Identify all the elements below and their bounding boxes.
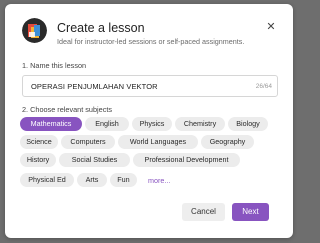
subject-chip-world-languages[interactable]: World Languages (118, 135, 198, 149)
more-subjects-link[interactable]: more... (148, 176, 170, 185)
subject-chip-biology[interactable]: Biology (228, 117, 268, 131)
name-lesson-label: 1. Name this lesson (22, 61, 87, 70)
subject-chip-professional-development[interactable]: Professional Development (133, 153, 240, 167)
subject-chip-chemistry[interactable]: Chemistry (175, 117, 225, 131)
subject-chip-history[interactable]: History (20, 153, 56, 167)
dialog-title: Create a lesson (57, 21, 145, 35)
subject-chip-science[interactable]: Science (20, 135, 58, 149)
lesson-logo-icon (22, 18, 47, 43)
subject-chip-english[interactable]: English (85, 117, 129, 131)
lesson-name-value: OPERASI PENJUMLAHAN VEKTOR (31, 82, 158, 91)
dialog-subtitle: Ideal for instructor-led sessions or sel… (57, 37, 245, 46)
create-lesson-dialog: Create a lesson Ideal for instructor-led… (5, 4, 293, 238)
close-icon[interactable]: ✕ (265, 21, 277, 33)
subject-chip-arts[interactable]: Arts (77, 173, 107, 187)
character-counter: 26/64 (255, 83, 272, 90)
subject-chip-geography[interactable]: Geography (201, 135, 254, 149)
subjects-label: 2. Choose relevant subjects (22, 105, 113, 114)
cancel-button[interactable]: Cancel (182, 203, 225, 221)
subject-chip-fun[interactable]: Fun (110, 173, 137, 187)
subject-chip-social-studies[interactable]: Social Studies (59, 153, 130, 167)
lesson-name-input[interactable]: OPERASI PENJUMLAHAN VEKTOR 26/64 (22, 75, 278, 97)
subject-chip-mathematics[interactable]: Mathematics (20, 117, 82, 131)
subject-chip-computers[interactable]: Computers (61, 135, 115, 149)
next-button[interactable]: Next (232, 203, 269, 221)
subject-chip-physics[interactable]: Physics (132, 117, 172, 131)
subject-chip-physical-ed[interactable]: Physical Ed (20, 173, 74, 187)
